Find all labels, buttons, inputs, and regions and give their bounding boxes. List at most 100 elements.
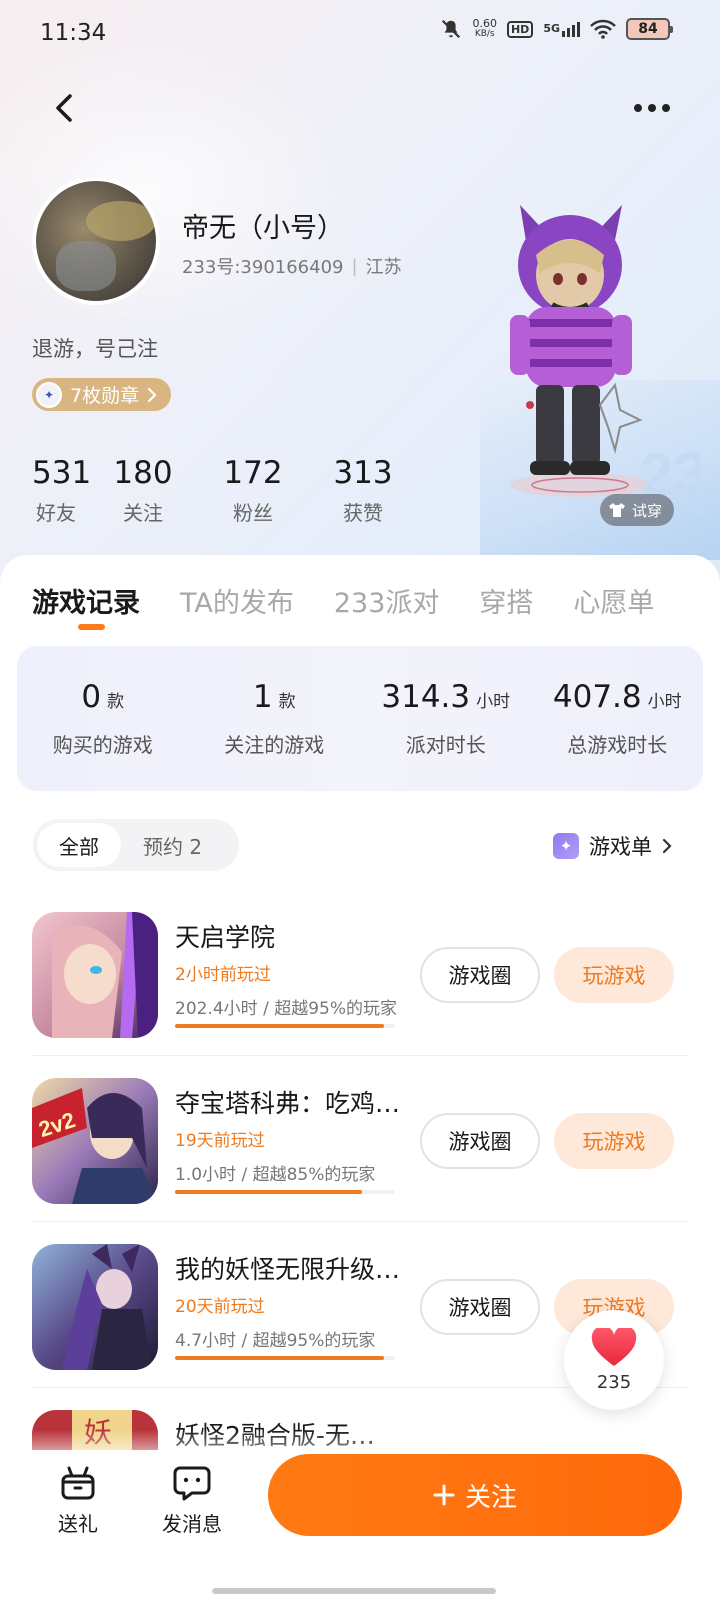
game-circle-button[interactable]: 游戏圈 — [420, 1113, 540, 1169]
battery-icon: 84 — [626, 18, 673, 40]
stat-number: 531 — [32, 455, 92, 491]
summary-party-time[interactable]: 314.3 小时 派对时长 — [360, 646, 532, 791]
heart-icon — [591, 1327, 637, 1366]
game-progress-fill — [175, 1190, 362, 1194]
summary-total-time[interactable]: 407.8 小时 总游戏时长 — [532, 646, 704, 791]
like-count: 235 — [596, 1371, 632, 1393]
network-speed: 0.60 KB/s — [472, 18, 497, 40]
chat-icon — [173, 1466, 211, 1501]
status-bar: 11:34 0.60 KB/s HD 5G 84 — [0, 0, 720, 66]
play-game-button[interactable]: 玩游戏 — [554, 947, 674, 1003]
try-on-label: 试穿 — [632, 501, 663, 520]
tab-outfits[interactable]: 穿搭 — [479, 581, 533, 620]
plus-icon — [433, 1484, 455, 1506]
stat-friends[interactable]: 531 好友 — [32, 455, 92, 526]
gift-label: 送礼 — [58, 1512, 98, 1536]
filter-all[interactable]: 全部 — [37, 823, 121, 867]
stat-number: 180 — [113, 455, 173, 491]
user-id[interactable]: 233号:390166409 — [182, 253, 344, 279]
mute-bell-icon — [442, 19, 461, 39]
badges-label: 7枚勋章 — [70, 385, 140, 407]
more-options-button[interactable] — [628, 88, 676, 128]
character-avatar[interactable]: 233 — [470, 195, 700, 525]
more-dot — [634, 104, 642, 112]
game-progress-bar — [175, 1024, 395, 1028]
back-button[interactable] — [44, 88, 84, 128]
game-circle-button[interactable]: 游戏圈 — [420, 1279, 540, 1335]
filter-reserve[interactable]: 预约 2 — [121, 823, 224, 867]
game-progress-fill — [175, 1356, 384, 1360]
tab-indicator — [78, 624, 105, 630]
game-icon[interactable]: 2v2 — [32, 1078, 158, 1204]
sparkle-icon: ✦ — [553, 833, 579, 859]
game-row[interactable]: 天启学院 2小时前玩过 202.4小时 / 超越95%的玩家 游戏圈 玩游戏 — [32, 912, 692, 1042]
gift-button[interactable]: 送礼 — [58, 1464, 98, 1537]
tab-posts[interactable]: TA的发布 — [180, 581, 294, 620]
chevron-right-icon — [147, 387, 157, 402]
tab-game-records[interactable]: 游戏记录 — [32, 581, 140, 620]
game-list-label: 游戏单 — [589, 835, 652, 859]
network-type: 5G — [543, 21, 560, 35]
message-button[interactable]: 发消息 — [162, 1464, 222, 1537]
badges-button[interactable]: ✦ 7枚勋章 — [32, 378, 172, 411]
game-last-played: 19天前玩过 — [175, 1131, 265, 1151]
stat-likes[interactable]: 313 获赞 — [308, 455, 418, 526]
divider — [32, 1055, 688, 1056]
stat-number: 313 — [333, 455, 393, 491]
summary-purchased[interactable]: 0 款 购买的游戏 — [17, 646, 189, 791]
game-progress-bar — [175, 1356, 395, 1360]
network-speed-value: 0.60 — [472, 17, 497, 30]
divider — [32, 1221, 688, 1222]
game-title: 我的妖怪无限升级… — [175, 1255, 401, 1284]
user-bio: 退游，号己注 — [32, 337, 158, 361]
game-progress-bar — [175, 1190, 395, 1194]
status-icons: 0.60 KB/s HD 5G 84 — [440, 18, 673, 40]
game-summary-card: 0 款 购买的游戏 1 款 关注的游戏 314.3 小时 派对时长 407.8 … — [17, 646, 703, 791]
game-title: 天启学院 — [175, 923, 276, 952]
game-icon[interactable] — [32, 1244, 158, 1370]
user-location: 江苏 — [365, 257, 402, 278]
stat-fans[interactable]: 172 粉丝 — [198, 455, 308, 526]
stat-label: 获赞 — [343, 501, 383, 525]
summary-number: 1 — [252, 679, 273, 715]
avatar[interactable] — [32, 177, 160, 305]
user-meta: 233号:390166409 | 江苏 — [182, 253, 402, 279]
summary-unit: 小时 — [476, 692, 511, 712]
summary-number: 0 — [81, 679, 102, 715]
filter-segmented: 全部 预约 2 — [33, 819, 239, 871]
chevron-right-icon — [662, 838, 672, 854]
chevron-left-icon — [56, 94, 72, 122]
game-title: 夺宝塔科弗：吃鸡… — [175, 1089, 401, 1118]
signal-icon: 5G — [543, 21, 580, 37]
background-glow — [0, 40, 360, 340]
stat-following[interactable]: 180 关注 — [88, 455, 198, 526]
summary-number: 314.3 — [381, 679, 471, 715]
play-game-button[interactable]: 玩游戏 — [554, 1113, 674, 1169]
summary-label: 关注的游戏 — [224, 733, 325, 757]
hd-icon: HD — [506, 20, 534, 38]
game-play-stat: 4.7小时 / 超越95%的玩家 — [175, 1331, 376, 1351]
summary-label: 总游戏时长 — [567, 733, 668, 757]
status-time: 11:34 — [40, 20, 107, 46]
message-label: 发消息 — [162, 1512, 222, 1536]
game-play-stat: 202.4小时 / 超越95%的玩家 — [175, 999, 397, 1019]
game-row[interactable]: 2v2 夺宝塔科弗：吃鸡… 19天前玩过 1.0小时 / 超越85%的玩家 游戏… — [32, 1078, 692, 1208]
tab-party[interactable]: 233派对 — [334, 581, 440, 620]
game-circle-button[interactable]: 游戏圈 — [420, 947, 540, 1003]
follow-button[interactable]: 关注 — [268, 1454, 682, 1536]
user-name: 帝无（小号） — [182, 213, 344, 244]
try-on-button[interactable]: 试穿 — [600, 494, 675, 526]
home-indicator — [212, 1588, 496, 1594]
summary-followed[interactable]: 1 款 关注的游戏 — [189, 646, 361, 791]
game-list-link[interactable]: ✦ 游戏单 — [553, 831, 672, 861]
gift-icon — [61, 1466, 95, 1500]
more-dot — [648, 104, 656, 112]
network-speed-unit: KB/s — [474, 29, 495, 39]
like-button[interactable]: 235 — [564, 1310, 664, 1410]
more-dot — [662, 104, 670, 112]
summary-number: 407.8 — [552, 679, 642, 715]
game-icon[interactable] — [32, 912, 158, 1038]
meta-separator: | — [351, 255, 358, 277]
medal-icon: ✦ — [36, 381, 62, 408]
tab-wishlist[interactable]: 心愿单 — [573, 581, 654, 620]
